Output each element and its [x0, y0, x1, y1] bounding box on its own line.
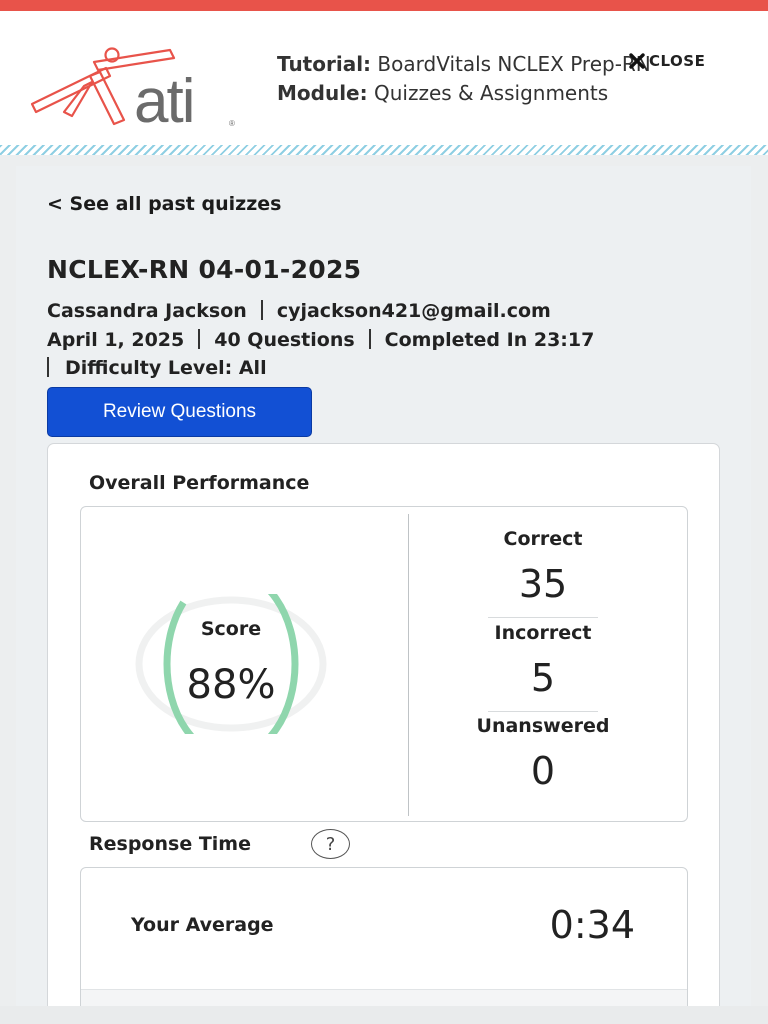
completed-time: Completed In 23:17: [384, 329, 595, 351]
separator: [198, 329, 201, 349]
score-label: Score: [200, 618, 262, 640]
logo-wordmark: ati: [134, 67, 196, 136]
page-bottom: [0, 1006, 768, 1024]
question-count: 40 Questions: [214, 329, 355, 351]
separator: [260, 300, 263, 320]
student-email: cyjackson421@gmail.com: [276, 300, 551, 322]
question-circle-icon[interactable]: ?: [311, 829, 350, 859]
response-time-heading: Response Time: [89, 833, 251, 855]
incorrect-label: Incorrect: [494, 622, 592, 644]
tutorial-label: Tutorial:: [277, 52, 372, 76]
unanswered-value: 0: [530, 749, 556, 793]
registered-mark: ®: [229, 119, 235, 128]
stat-divider: [488, 711, 598, 712]
separator: [368, 329, 371, 349]
unanswered-label: Unanswered: [476, 715, 610, 737]
difficulty-level: Difficulty Level: All: [65, 357, 267, 379]
next-row: [81, 990, 687, 1006]
your-average-value: 0:34: [549, 903, 635, 947]
quiz-meta: April 1, 2025 40 Questions Completed In 23…: [47, 329, 594, 351]
separator: [47, 357, 49, 377]
close-icon: [629, 53, 645, 69]
see-all-past-quizzes-link[interactable]: < See all past quizzes: [47, 193, 281, 215]
header-divider: [0, 145, 768, 155]
module-line: Module: Quizzes & Assignments: [277, 81, 608, 105]
student-name: Cassandra Jackson: [47, 300, 247, 322]
close-label: CLOSE: [649, 52, 706, 70]
correct-label: Correct: [503, 528, 583, 550]
your-average-label: Your Average: [131, 914, 274, 936]
ati-logo-icon[interactable]: [28, 46, 238, 131]
review-questions-button[interactable]: Review Questions: [47, 387, 312, 437]
score-value: 88%: [186, 662, 276, 708]
app-header: ati ® Tutorial: BoardVitals NCLEX Prep-R…: [0, 11, 768, 145]
module-value: Quizzes & Assignments: [373, 81, 609, 105]
module-label: Module:: [277, 81, 368, 105]
student-info: Cassandra Jackson cyjackson421@gmail.com: [47, 300, 551, 322]
tutorial-line: Tutorial: BoardVitals NCLEX Prep-RN: [277, 52, 651, 76]
quiz-date: April 1, 2025: [47, 329, 185, 351]
stat-divider: [488, 617, 598, 618]
incorrect-value: 5: [530, 656, 556, 700]
close-button[interactable]: CLOSE: [628, 51, 705, 71]
performance-divider: [408, 514, 409, 816]
difficulty-line: Difficulty Level: All: [47, 357, 267, 379]
quiz-title: NCLEX-RN 04-01-2025: [47, 255, 362, 284]
correct-value: 35: [518, 562, 568, 606]
tutorial-value: BoardVitals NCLEX Prep-RN: [377, 52, 651, 76]
top-accent-bar: [0, 0, 768, 11]
overall-performance-heading: Overall Performance: [89, 472, 310, 494]
